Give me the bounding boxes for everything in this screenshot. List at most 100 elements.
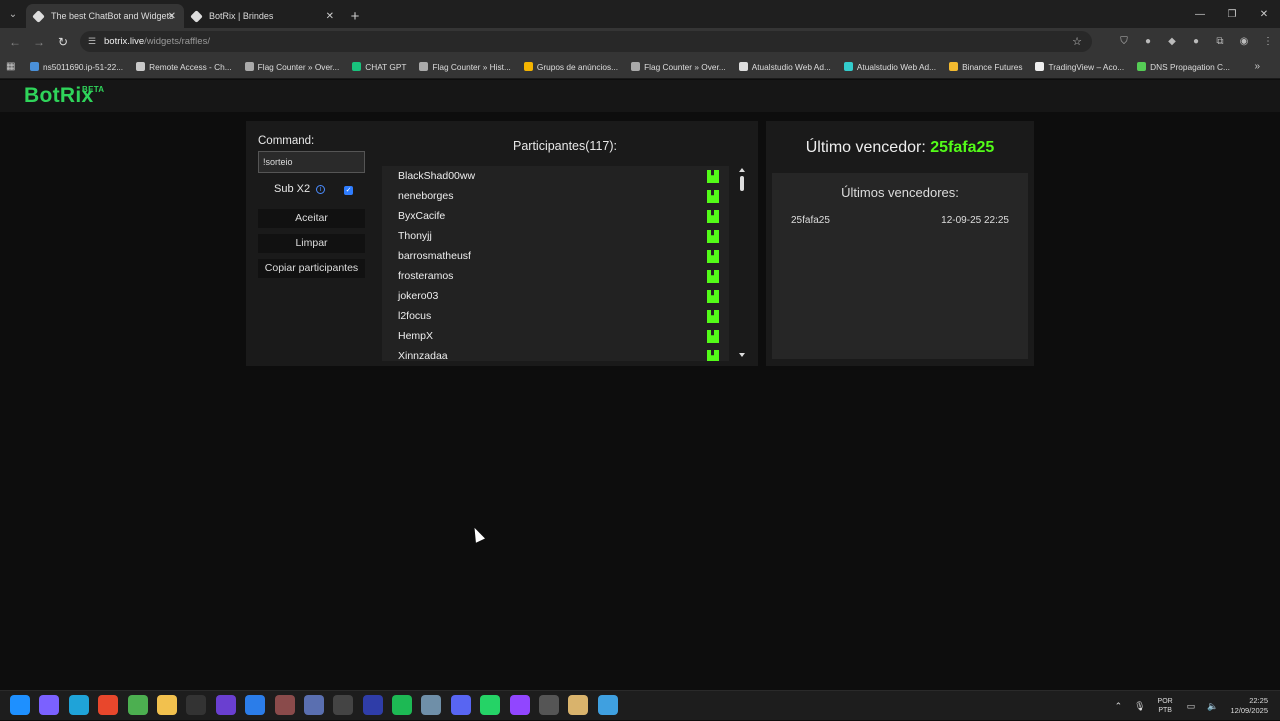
list-item: Thonyjj: [382, 226, 729, 246]
maps-icon[interactable]: [245, 695, 266, 715]
winners-panel: Último vencedor: 25fafa25 Últimos venced…: [766, 121, 1034, 366]
tab-botrix[interactable]: BotRix | Brindes ✕: [184, 4, 342, 28]
profile-avatar-icon[interactable]: ◉: [1232, 36, 1256, 47]
botrix-logo[interactable]: BotRix BETA: [24, 84, 104, 108]
shield-extension-icon[interactable]: ⛉: [1112, 36, 1136, 47]
last-winner-label: Último vencedor:: [805, 139, 926, 156]
photoshop-icon[interactable]: [362, 695, 383, 715]
notepad-icon[interactable]: [597, 695, 618, 715]
bookmarks-bar: ▦ ns5011690.ip-51-22... Remote Access - …: [0, 55, 1280, 79]
extension-icon[interactable]: ◆: [1160, 36, 1184, 47]
kick-logo-icon: [707, 250, 719, 263]
app-icon[interactable]: [421, 695, 442, 715]
bookmark-star-icon[interactable]: ☆: [1072, 35, 1082, 48]
info-icon[interactable]: i: [316, 184, 326, 194]
url-bar[interactable]: ☰ botrix.live/widgets/raffles/ ☆: [80, 31, 1092, 52]
bookmark-item[interactable]: TradingView – Aco...: [1035, 62, 1124, 72]
whatsapp-icon[interactable]: [480, 695, 501, 715]
file-explorer-icon[interactable]: [156, 695, 177, 715]
kick-logo-icon: [707, 310, 719, 323]
bookmark-item[interactable]: Atualstudio Web Ad...: [843, 62, 936, 72]
list-item: BlackShad00ww: [382, 166, 729, 186]
discord-icon[interactable]: [450, 695, 471, 715]
url-host: botrix.live: [104, 36, 145, 47]
scrollbar-thumb[interactable]: [740, 176, 744, 191]
forward-arrow-icon[interactable]: →: [27, 35, 51, 49]
bookmark-item[interactable]: Flag Counter » Over...: [631, 62, 726, 72]
app-icon[interactable]: [509, 695, 530, 715]
window-controls: — ❐ ✕: [1184, 0, 1280, 28]
app-icon[interactable]: [333, 695, 354, 715]
sub-x2-checkbox[interactable]: ✓: [344, 186, 353, 195]
command-input[interactable]: [258, 151, 365, 173]
taskbar-clock[interactable]: 22:25 12/09/2025: [1230, 696, 1268, 716]
scroll-up-arrow-icon[interactable]: [739, 168, 745, 172]
scroll-down-arrow-icon[interactable]: [739, 353, 745, 357]
sub-x2-label: Sub X2: [274, 183, 311, 195]
close-icon[interactable]: ✕: [326, 11, 334, 22]
show-hidden-icons-icon[interactable]: ⌃: [1115, 701, 1123, 712]
volume-icon[interactable]: 🔈: [1207, 701, 1218, 712]
more-bookmarks-icon[interactable]: »: [1254, 61, 1260, 72]
tab-title: BotRix | Brindes: [209, 11, 274, 21]
network-icon[interactable]: ▭: [1187, 701, 1196, 712]
list-item: barrosmatheusf: [382, 246, 729, 266]
kick-logo-icon: [707, 350, 719, 361]
restore-icon[interactable]: ❐: [1216, 0, 1248, 28]
spotify-icon[interactable]: [392, 695, 413, 715]
participants-scrollbar[interactable]: [737, 166, 747, 361]
apps-grid-icon[interactable]: ▦: [6, 61, 30, 72]
extension-icon[interactable]: ●: [1136, 36, 1160, 47]
chrome-browser-icon[interactable]: [127, 695, 148, 715]
reload-icon[interactable]: ↻: [51, 35, 75, 49]
brave-browser-icon[interactable]: [98, 695, 119, 715]
language-indicator[interactable]: POR PTB: [1158, 697, 1173, 715]
close-icon[interactable]: ✕: [168, 11, 176, 22]
more-menu-icon[interactable]: ⋮: [1256, 36, 1280, 47]
bookmark-item[interactable]: ns5011690.ip-51-22...: [30, 62, 123, 72]
url-path: /widgets/raffles/: [144, 36, 210, 47]
site-info-icon[interactable]: ☰: [88, 36, 98, 47]
app-icon[interactable]: [274, 695, 295, 715]
close-window-icon[interactable]: ✕: [1248, 0, 1280, 28]
tab-search-icon[interactable]: ⌄: [0, 0, 26, 28]
bookmark-item[interactable]: Flag Counter » Over...: [244, 62, 339, 72]
copy-participants-button[interactable]: Copiar participantes: [258, 259, 365, 278]
copilot-icon[interactable]: [39, 695, 60, 715]
accept-button[interactable]: Aceitar: [258, 209, 365, 228]
bookmark-item[interactable]: Atualstudio Web Ad...: [738, 62, 831, 72]
back-arrow-icon[interactable]: ←: [3, 35, 27, 49]
bookmark-item[interactable]: Binance Futures: [949, 62, 1022, 72]
list-item: ByxCacife: [382, 206, 729, 226]
tab-chatbot[interactable]: The best ChatBot and Widgets ✕: [26, 4, 184, 28]
bookmark-item[interactable]: Grupos de anúncios...: [523, 62, 618, 72]
system-tray: ⌃ 🎙 POR PTB ▭ 🔈 22:25 12/09/2025: [1115, 691, 1280, 721]
tab-title: The best ChatBot and Widgets: [51, 11, 174, 21]
windows-taskbar: ⌃ 🎙 POR PTB ▭ 🔈 22:25 12/09/2025: [0, 690, 1280, 720]
kick-logo-icon: [707, 210, 719, 223]
bookmark-item[interactable]: Remote Access - Ch...: [136, 62, 232, 72]
extension-icon[interactable]: ●: [1184, 36, 1208, 47]
taskbar-apps: [10, 695, 627, 715]
microphone-icon[interactable]: 🎙: [1134, 701, 1145, 712]
clear-button[interactable]: Limpar: [258, 234, 365, 253]
page-content: BotRixBETA Command: Sub X2 i ✓ Aceitar L…: [0, 80, 1280, 690]
sub-x2-row: Sub X2 i: [274, 183, 326, 195]
bookmark-item[interactable]: CHAT GPT: [352, 62, 406, 72]
history-winner-time: 12-09-25 22:25: [941, 215, 1009, 226]
app-icon[interactable]: [539, 695, 560, 715]
app-icon[interactable]: [568, 695, 589, 715]
minimize-icon[interactable]: —: [1184, 0, 1216, 28]
participants-list[interactable]: BlackShad00ww neneborges ByxCacife Thony…: [382, 166, 729, 361]
puzzle-extensions-icon[interactable]: ⧉: [1208, 36, 1232, 47]
app-icon[interactable]: [186, 695, 207, 715]
app-icon[interactable]: [215, 695, 236, 715]
bookmark-item[interactable]: Flag Counter » Hist...: [419, 62, 511, 72]
app-icon[interactable]: [303, 695, 324, 715]
kick-logo-icon: [707, 170, 719, 183]
new-tab-plus-icon[interactable]: +: [342, 4, 368, 28]
history-winner-name: 25fafa25: [791, 215, 830, 226]
edge-browser-icon[interactable]: [68, 695, 89, 715]
bookmark-item[interactable]: DNS Propagation C...: [1137, 62, 1230, 72]
windows-start-icon[interactable]: [10, 695, 30, 715]
